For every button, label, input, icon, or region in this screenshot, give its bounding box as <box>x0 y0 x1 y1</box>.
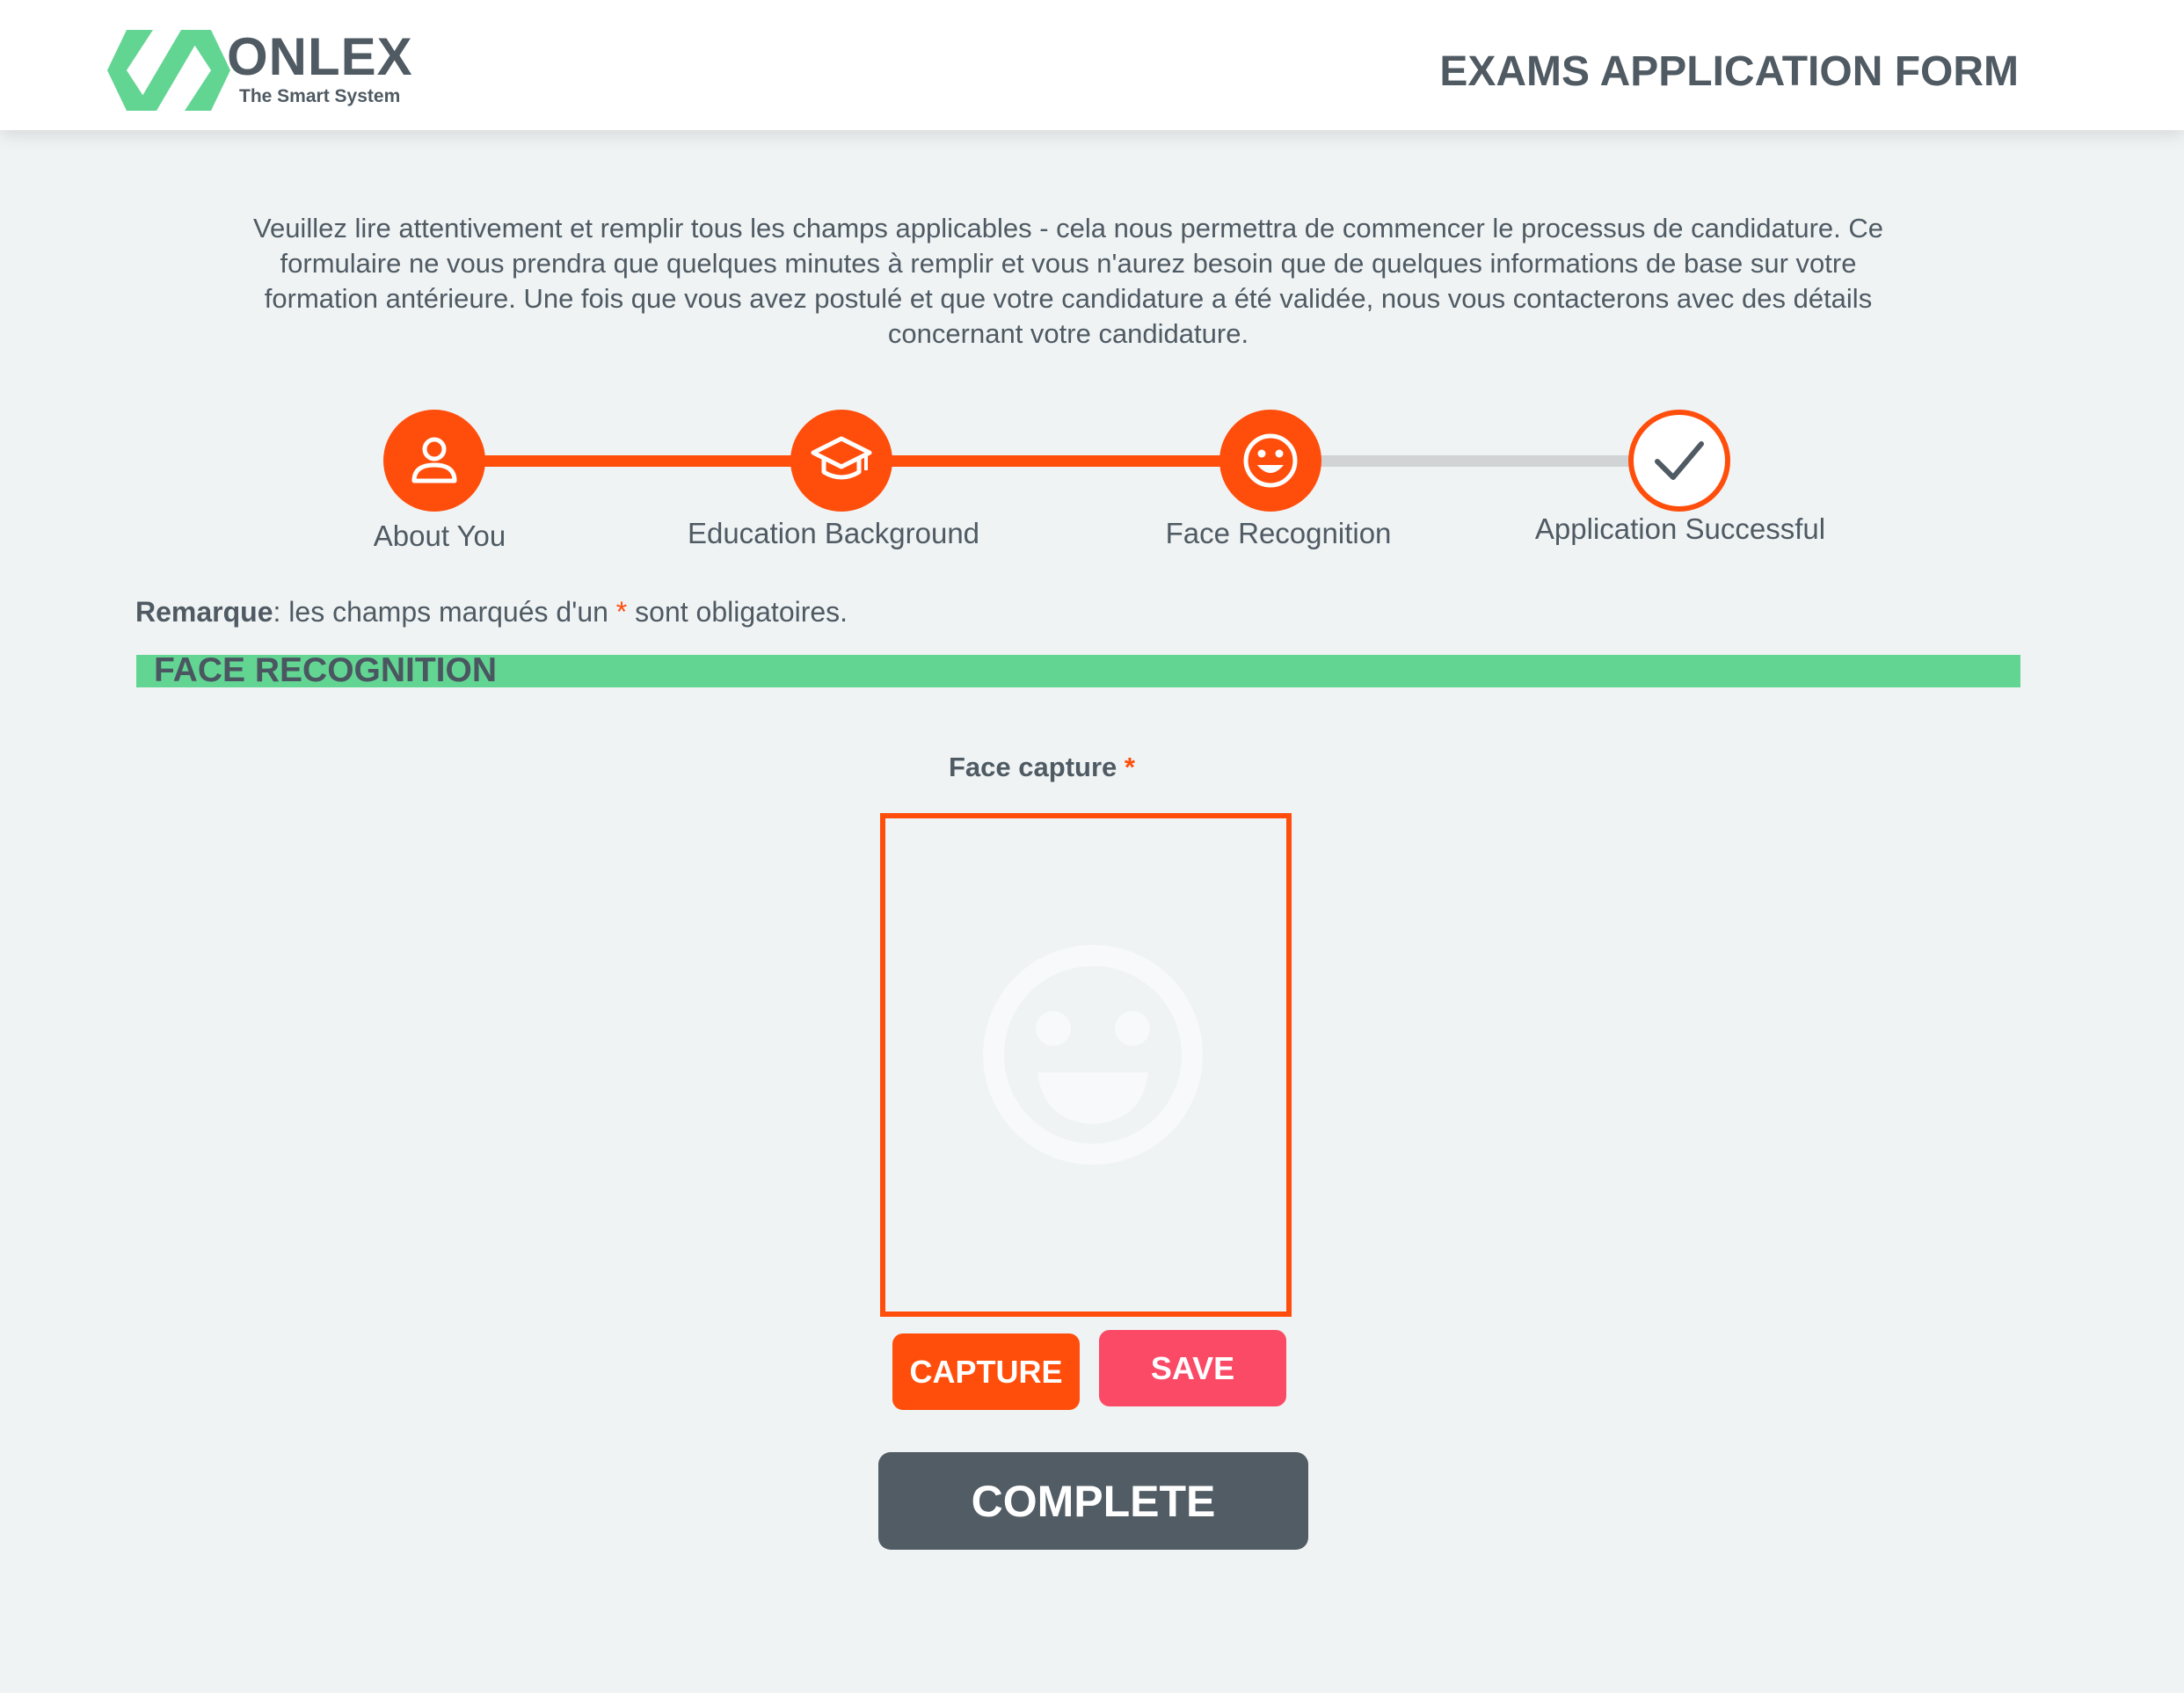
required-star: * <box>615 596 628 628</box>
save-button[interactable]: SAVE <box>1099 1330 1286 1406</box>
step-application-successful[interactable] <box>1628 410 1730 512</box>
section-header: FACE RECOGNITION <box>136 651 2020 689</box>
graduation-cap-icon <box>811 436 872 480</box>
step-face-recognition[interactable] <box>1219 410 1321 512</box>
step-label-application-successful: Application Successful <box>1534 512 1826 545</box>
complete-button[interactable]: COMPLETE <box>878 1452 1308 1550</box>
required-fields-note: Remarque: les champs marqués d'un * sont… <box>135 594 848 629</box>
step-education-background[interactable] <box>790 410 892 512</box>
step-connector-3 <box>1319 455 1671 467</box>
smiley-icon <box>1243 433 1298 488</box>
step-label-education-background: Education Background <box>687 517 980 549</box>
note-text-end: sont obligatoires. <box>627 596 848 628</box>
step-label-face-recognition: Face Recognition <box>1165 517 1392 549</box>
progress-stepper: About You Education Background Face Reco… <box>0 0 2184 598</box>
step-about-you[interactable] <box>383 410 485 512</box>
note-text: : les champs marqués d'un <box>273 596 616 628</box>
user-icon <box>411 437 457 483</box>
required-star: * <box>1124 752 1135 782</box>
step-label-about-you: About You <box>373 520 506 552</box>
face-capture-label: Face capture * <box>949 751 1135 784</box>
face-capture-area[interactable] <box>880 813 1292 1317</box>
smiley-face-icon <box>983 945 1203 1165</box>
step-connector-2 <box>879 455 1249 467</box>
note-label: Remarque <box>135 596 273 628</box>
face-capture-label-text: Face capture <box>949 752 1117 782</box>
section-title: FACE RECOGNITION <box>154 651 498 689</box>
step-connector-1 <box>475 455 844 467</box>
capture-button[interactable]: CAPTURE <box>892 1333 1080 1410</box>
checkmark-icon <box>1655 441 1704 480</box>
